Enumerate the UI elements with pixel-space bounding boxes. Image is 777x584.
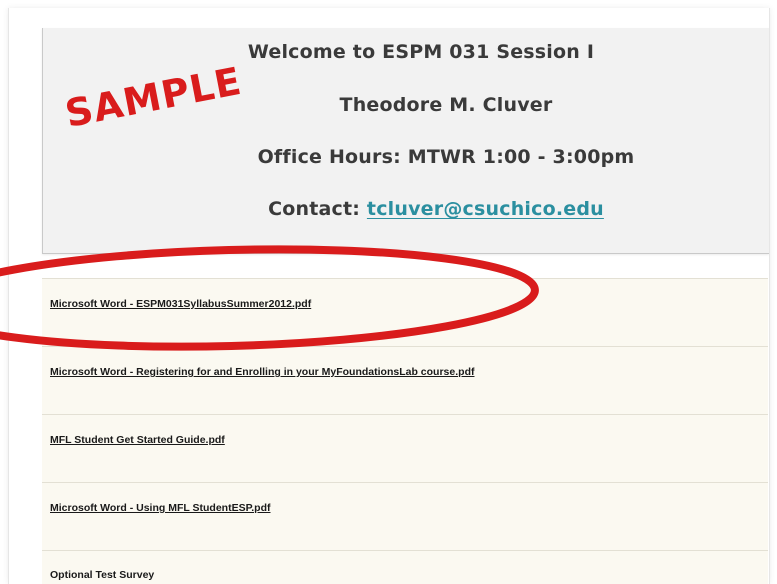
file-link-optional-test-survey[interactable]: Optional Test Survey [50, 569, 154, 581]
list-item: Microsoft Word - ESPM031SyllabusSummer20… [42, 278, 768, 346]
file-list: Microsoft Word - ESPM031SyllabusSummer20… [42, 278, 768, 584]
list-item: MFL Student Get Started Guide.pdf [42, 414, 768, 482]
list-item: Microsoft Word - Using MFL StudentESP.pd… [42, 482, 768, 550]
list-item: Microsoft Word - Registering for and Enr… [42, 346, 768, 414]
course-header-panel: Welcome to ESPM 031 Session I Theodore M… [42, 28, 769, 254]
file-link-get-started-guide[interactable]: MFL Student Get Started Guide.pdf [50, 434, 225, 446]
office-hours: Office Hours: MTWR 1:00 - 3:00pm [257, 146, 635, 168]
welcome-heading: Welcome to ESPM 031 Session I [247, 41, 595, 63]
contact-label: Contact: [268, 198, 361, 220]
file-link-using-mfl[interactable]: Microsoft Word - Using MFL StudentESP.pd… [50, 502, 271, 514]
file-link-syllabus[interactable]: Microsoft Word - ESPM031SyllabusSummer20… [50, 298, 311, 310]
contact-line: Contact: tcluver@csuchico.edu [73, 198, 769, 220]
file-link-registering[interactable]: Microsoft Word - Registering for and Enr… [50, 366, 474, 378]
contact-email-link[interactable]: tcluver@csuchico.edu [367, 198, 604, 220]
list-item: Optional Test Survey [42, 550, 768, 584]
